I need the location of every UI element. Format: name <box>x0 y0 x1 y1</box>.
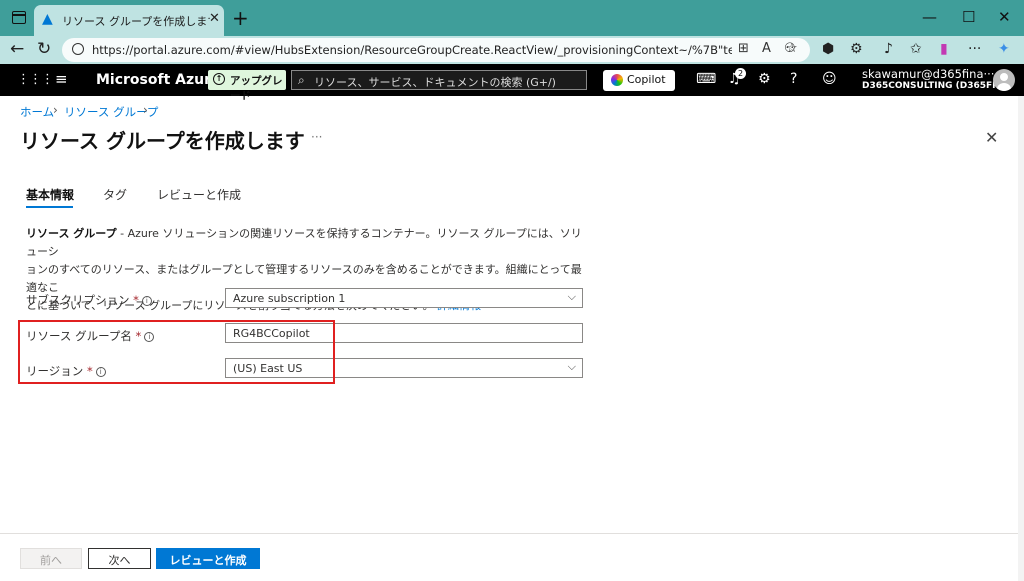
settings-gear-icon[interactable]: ⚙ <box>758 71 771 87</box>
global-search-input[interactable]: ⌕ リソース、サービス、ドキュメントの検索 (G+/) <box>291 70 587 90</box>
browser-tab-strip: ▲ リソース グループを作成します - Micros ✕ + — ☐ ✕ <box>0 0 1024 36</box>
close-window-icon[interactable]: ✕ <box>998 8 1011 26</box>
subscription-label: サブスクリプション * i <box>26 292 152 308</box>
breadcrumb-home[interactable]: ホーム <box>20 104 54 120</box>
app-launcher-icon[interactable]: ⋮⋮⋮ <box>17 72 54 87</box>
collections-icon[interactable]: ▮ <box>940 41 948 57</box>
tab-title: リソース グループを作成します - Micros <box>62 15 210 28</box>
breadcrumb-separator-icon: › <box>143 103 148 117</box>
chevron-down-icon: ⌵ <box>567 290 576 303</box>
new-tab-button[interactable]: + <box>232 6 249 30</box>
portal-menu-icon[interactable]: ≡ <box>55 70 68 88</box>
browser-essentials-icon[interactable]: ♪ <box>884 41 893 57</box>
browser-tab-active[interactable]: ▲ リソース グループを作成します - Micros ✕ <box>34 5 224 36</box>
highlight-annotation-box <box>18 320 335 384</box>
previous-button[interactable]: 前へ <box>20 548 82 569</box>
address-bar[interactable]: https://portal.azure.com/#view/HubsExten… <box>62 38 810 62</box>
site-info-icon[interactable] <box>72 43 84 55</box>
extension-shield-icon[interactable]: ⬢ <box>822 41 834 57</box>
search-icon: ⌕ <box>298 73 305 87</box>
upgrade-button[interactable]: ↑ アップグレード <box>208 70 286 102</box>
address-bar-row: ← ↻ https://portal.azure.com/#view/HubsE… <box>0 36 1024 64</box>
description-term: リソース グループ <box>26 227 117 240</box>
active-tab-indicator <box>26 206 73 208</box>
close-blade-icon[interactable]: ✕ <box>985 128 998 147</box>
minimize-icon[interactable]: — <box>922 8 937 26</box>
chevron-down-icon: ⌵ <box>567 360 576 373</box>
extensions-puzzle-icon[interactable]: ⚙ <box>850 41 863 57</box>
copilot-sidebar-icon[interactable]: ✦ <box>998 41 1010 57</box>
more-options-icon[interactable]: ··· <box>968 41 981 57</box>
avatar[interactable] <box>993 69 1015 91</box>
more-actions-button[interactable]: ··· <box>311 130 322 144</box>
favorites-icon[interactable]: ✩ <box>910 41 922 57</box>
back-icon[interactable]: ← <box>10 39 24 59</box>
window-menu-icon[interactable] <box>12 11 26 24</box>
info-icon[interactable]: i <box>141 295 152 306</box>
review-create-button[interactable]: レビューと作成 <box>156 548 260 569</box>
url-text[interactable]: https://portal.azure.com/#view/HubsExten… <box>92 43 732 57</box>
required-mark: * <box>133 293 139 307</box>
feedback-icon[interactable]: ☺ <box>822 71 837 87</box>
azure-brand[interactable]: Microsoft Azure <box>96 72 221 88</box>
scrollbar[interactable] <box>1018 96 1024 581</box>
app-available-icon[interactable]: ⊞ <box>738 41 749 56</box>
search-placeholder: リソース、サービス、ドキュメントの検索 (G+/) <box>314 76 556 89</box>
tab-tags[interactable]: タグ <box>103 186 127 203</box>
page-title: リソース グループを作成します <box>20 129 305 153</box>
upgrade-arrow-icon: ↑ <box>213 73 225 85</box>
tab-close-icon[interactable]: ✕ <box>209 11 220 26</box>
tab-review-create[interactable]: レビューと作成 <box>157 186 241 203</box>
breadcrumb-separator-icon: › <box>53 103 58 117</box>
maximize-icon[interactable]: ☐ <box>962 8 975 26</box>
account-name[interactable]: skawamur@d365fina··· <box>862 67 994 81</box>
tenant-name[interactable]: D365CONSULTING (D365FI··· <box>862 81 1006 91</box>
subscription-select[interactable]: Azure subscription 1 ⌵ <box>225 288 583 308</box>
subscription-label-text: サブスクリプション <box>26 293 130 307</box>
azure-top-bar: ⋮⋮⋮ ≡ Microsoft Azure ↑ アップグレード ⌕ リソース、サ… <box>0 64 1024 102</box>
help-icon[interactable]: ? <box>790 71 797 87</box>
refresh-icon[interactable]: ↻ <box>37 39 51 59</box>
tab-basics[interactable]: 基本情報 <box>26 186 74 203</box>
read-aloud-icon[interactable]: A <box>762 41 771 56</box>
azure-favicon-icon: ▲ <box>42 11 53 27</box>
cloud-shell-icon[interactable]: ⌨ <box>696 71 716 87</box>
upgrade-label: アップグレード <box>230 75 283 102</box>
subscription-value: Azure subscription 1 <box>233 292 346 305</box>
footer-divider <box>0 533 1024 534</box>
copilot-label: Copilot <box>627 73 666 86</box>
notifications-count-badge: 2 <box>735 68 746 79</box>
copilot-button[interactable]: Copilot <box>603 70 675 91</box>
next-button[interactable]: 次へ <box>88 548 151 569</box>
copilot-icon <box>611 74 623 86</box>
favorite-star-icon[interactable]: ☆ <box>786 41 798 56</box>
